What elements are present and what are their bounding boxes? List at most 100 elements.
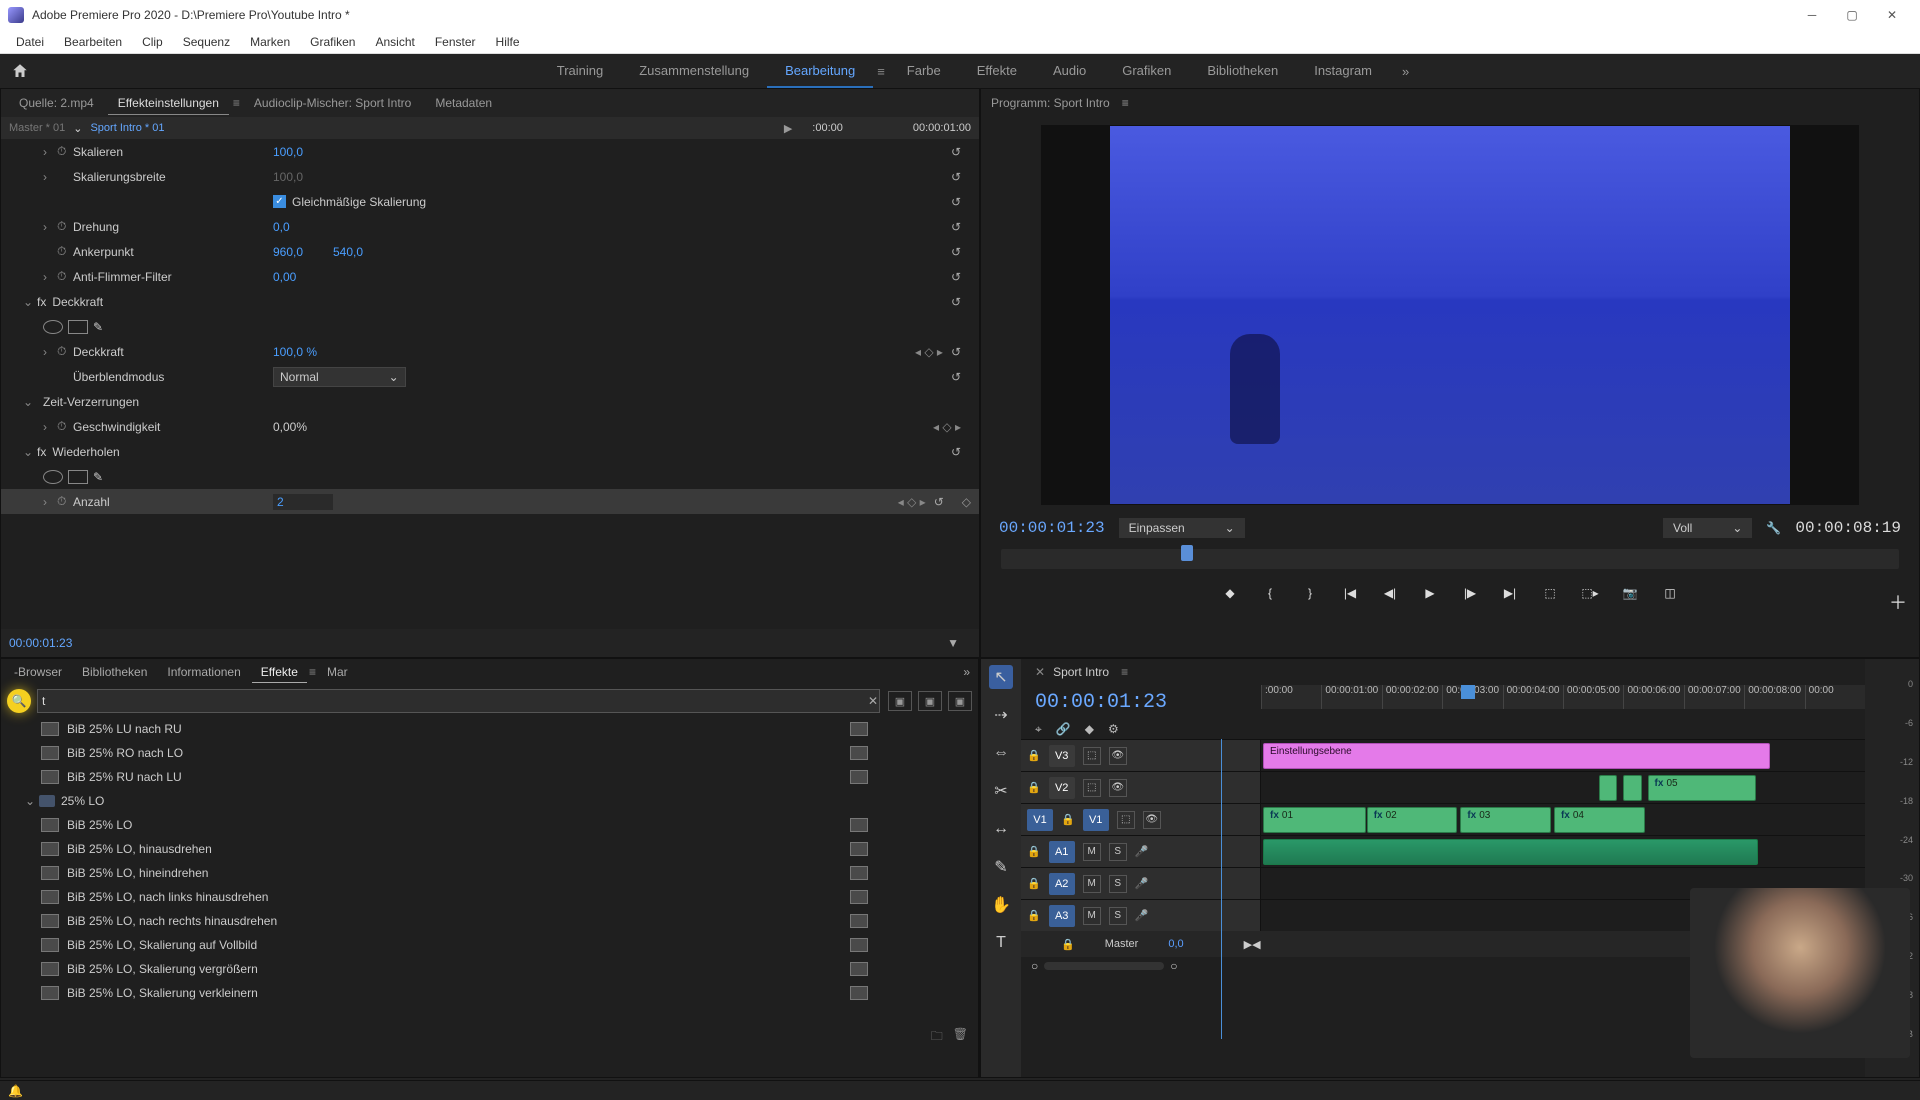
tab-effekte[interactable]: Effekte [252, 662, 307, 683]
lock-icon[interactable]: 🔒 [1027, 909, 1041, 922]
tab-metadata[interactable]: Metadaten [425, 92, 502, 114]
sync-lock-icon[interactable]: ⬚ [1083, 747, 1101, 765]
new-bin-icon[interactable]: 🗀 [931, 1027, 943, 1049]
zoom-out-icon[interactable]: ○ [1031, 959, 1038, 973]
lock-icon[interactable]: 🔒 [1027, 845, 1041, 858]
solo-button[interactable]: S [1109, 875, 1127, 893]
clip-adj-layer[interactable]: Einstellungsebene [1263, 743, 1770, 769]
marker-add-icon[interactable]: ◆ [1085, 722, 1094, 737]
mute-button[interactable]: M [1083, 907, 1101, 925]
keyframe-nav[interactable]: ◂ ◇ ▸ [933, 420, 961, 434]
extract-icon[interactable]: ⬚▸ [1579, 586, 1601, 600]
fx-filter-accel[interactable]: ▣ [888, 691, 912, 711]
preset-item[interactable]: BiB 25% LO, nach rechts hinausdrehen [1, 909, 978, 933]
minimize-button[interactable]: ─ [1792, 1, 1832, 29]
fit-dropdown[interactable]: Einpassen⌄ [1119, 518, 1245, 538]
sync-lock-icon[interactable]: ⬚ [1117, 811, 1135, 829]
program-tc-left[interactable]: 00:00:01:23 [999, 519, 1105, 537]
menu-grafiken[interactable]: Grafiken [300, 32, 365, 52]
target-a2[interactable]: A2 [1049, 873, 1075, 895]
ec-master[interactable]: Master * 01 [9, 122, 65, 134]
pen-tool[interactable]: ✎ [989, 855, 1013, 879]
program-viewport[interactable] [1041, 125, 1859, 505]
program-tc-right[interactable]: 00:00:08:19 [1795, 519, 1901, 537]
mini-play-icon[interactable]: ▶ [784, 122, 792, 135]
mark-in-icon[interactable]: { [1259, 586, 1281, 600]
slip-tool[interactable]: ↔ [989, 817, 1013, 841]
keyframe-nav[interactable]: ◂ ◇ ▸ [898, 495, 926, 509]
lock-icon[interactable]: 🔒 [1061, 938, 1075, 951]
zoom-in-icon[interactable]: ○ [1170, 959, 1177, 973]
ws-zusammenstellung[interactable]: Zusammenstellung [621, 54, 767, 88]
target-v1[interactable]: V1 [1083, 809, 1109, 831]
tab-informationen[interactable]: Informationen [158, 662, 249, 682]
maximize-button[interactable]: ▢ [1832, 1, 1872, 29]
ws-overflow-icon[interactable]: » [1390, 64, 1421, 79]
eye-icon[interactable]: 👁 [1109, 779, 1127, 797]
tab-menu-icon[interactable]: ≡ [309, 665, 316, 679]
scrub-playhead[interactable] [1181, 545, 1193, 561]
ws-instagram[interactable]: Instagram [1296, 54, 1390, 88]
zoom-slider[interactable] [1044, 962, 1164, 970]
val-opacity[interactable]: 100,0 % [273, 345, 333, 359]
playhead-icon[interactable] [1461, 685, 1475, 699]
settings-icon[interactable]: ⚙ [1108, 722, 1119, 737]
target-v2[interactable]: V2 [1049, 777, 1075, 799]
voiceover-icon[interactable]: 🎤 [1135, 877, 1149, 890]
solo-button[interactable]: S [1109, 907, 1127, 925]
ws-bibliotheken[interactable]: Bibliotheken [1189, 54, 1296, 88]
marker-icon[interactable]: ◆ [1219, 586, 1241, 600]
lift-icon[interactable]: ⬚ [1539, 586, 1561, 600]
keyframe-icon[interactable]: ▶◀ [1244, 938, 1261, 951]
compare-icon[interactable]: ◫ [1659, 586, 1681, 600]
val-anker-y[interactable]: 540,0 [333, 245, 393, 259]
preset-item[interactable]: BiB 25% LO [1, 813, 978, 837]
linked-sel-icon[interactable]: 🔗 [1056, 722, 1071, 737]
fx-filter-32bit[interactable]: ▣ [918, 691, 942, 711]
reset-icon[interactable]: ↺ [951, 195, 961, 209]
menu-clip[interactable]: Clip [132, 32, 173, 52]
preset-item[interactable]: BiB 25% LO, nach links hinausdrehen [1, 885, 978, 909]
menu-fenster[interactable]: Fenster [425, 32, 486, 52]
ws-audio[interactable]: Audio [1035, 54, 1104, 88]
preset-item[interactable]: BiB 25% RU nach LU [1, 765, 978, 789]
clip-04[interactable]: fx04 [1554, 807, 1645, 833]
step-fwd-icon[interactable]: |▶ [1459, 586, 1481, 600]
timeline-playhead[interactable] [1221, 739, 1222, 1039]
twirl-icon[interactable]: › [43, 145, 57, 159]
track-select-tool[interactable]: ⇢ [989, 703, 1013, 727]
export-frame-icon[interactable]: 📷 [1619, 586, 1641, 600]
effects-search-input[interactable] [37, 689, 880, 713]
trash-icon[interactable]: 🗑 [953, 1027, 968, 1049]
blend-mode-dropdown[interactable]: Normal⌄ [273, 367, 406, 387]
menu-datei[interactable]: Datei [6, 32, 54, 52]
pen-icon[interactable]: ✎ [93, 320, 103, 334]
close-button[interactable]: ✕ [1872, 1, 1912, 29]
ripple-tool[interactable]: ⇔ [989, 741, 1013, 765]
source-v1[interactable]: V1 [1027, 809, 1053, 831]
val-anker-x[interactable]: 960,0 [273, 245, 333, 259]
mute-button[interactable]: M [1083, 875, 1101, 893]
reset-icon[interactable]: ↺ [951, 170, 961, 184]
sync-lock-icon[interactable]: ⬚ [1083, 779, 1101, 797]
play-icon[interactable]: ▶ [1419, 586, 1441, 600]
checkbox-uniform-scale[interactable]: ✓ [273, 195, 286, 208]
close-sequence-icon[interactable]: ✕ [1035, 665, 1045, 679]
tab-audio-mixer[interactable]: Audioclip-Mischer: Sport Intro [244, 92, 421, 114]
val-skalieren[interactable]: 100,0 [273, 145, 333, 159]
voiceover-icon[interactable]: 🎤 [1135, 845, 1149, 858]
reset-icon[interactable]: ↺ [951, 295, 961, 309]
snap-icon[interactable]: ⌖ [1035, 722, 1042, 737]
val-speed[interactable]: 0,00% [273, 420, 333, 434]
type-tool[interactable]: T [989, 931, 1013, 955]
mask-ellipse-button[interactable] [43, 320, 63, 334]
lock-icon[interactable]: 🔒 [1027, 749, 1041, 762]
tab-marken[interactable]: Mar [318, 662, 357, 682]
ws-farbe[interactable]: Farbe [889, 54, 959, 88]
master-val[interactable]: 0,0 [1168, 938, 1183, 950]
mask-rect-button[interactable] [68, 470, 88, 484]
val-drehung[interactable]: 0,0 [273, 220, 333, 234]
reset-icon[interactable]: ↺ [951, 270, 961, 284]
solo-button[interactable]: S [1109, 843, 1127, 861]
go-in-icon[interactable]: |◀ [1339, 586, 1361, 600]
